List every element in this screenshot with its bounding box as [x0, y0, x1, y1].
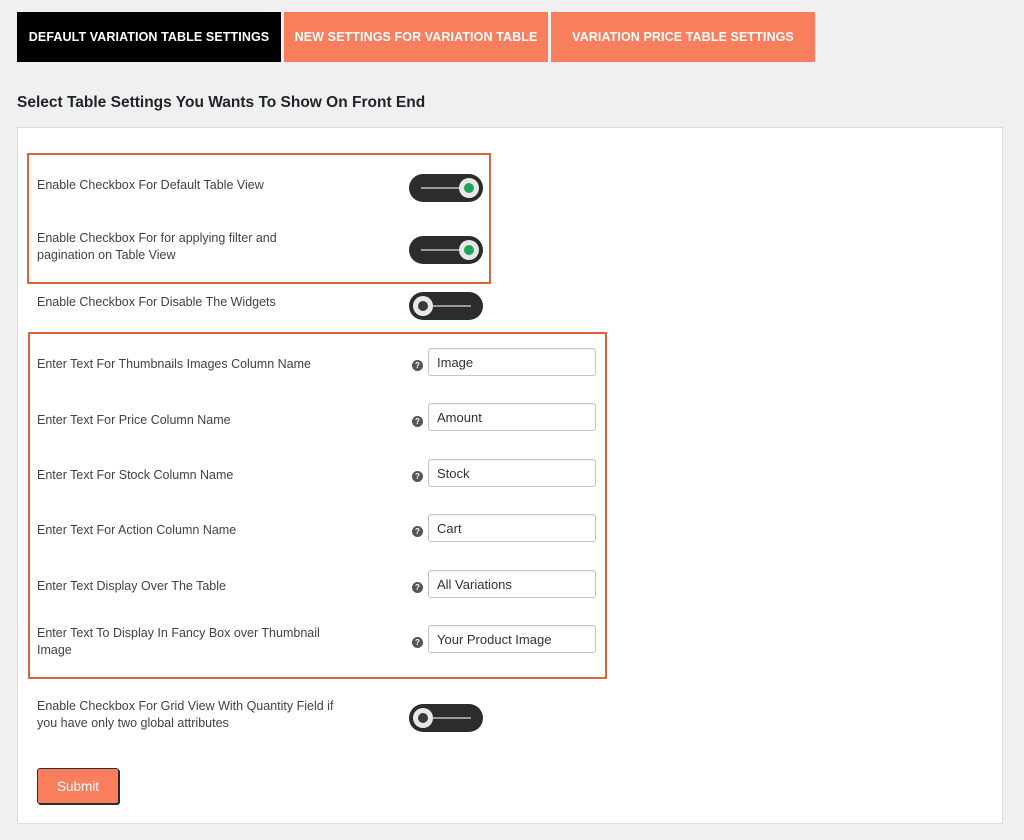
- stock-column-input[interactable]: [428, 459, 596, 487]
- toggle-label-disable-widgets: Enable Checkbox For Disable The Widgets: [37, 295, 276, 309]
- toggle-disable-widgets[interactable]: [409, 292, 483, 320]
- tab-new-settings-for-variation-table[interactable]: NEW SETTINGS FOR VARIATION TABLE: [284, 12, 548, 62]
- fancy-box-text-input[interactable]: [428, 625, 596, 653]
- highlight-box-toggles: [27, 153, 491, 284]
- toggle-grid-view[interactable]: [409, 704, 483, 732]
- field-label-action-column: Enter Text For Action Column Name: [37, 523, 237, 537]
- toggle-default-table-view[interactable]: [409, 174, 483, 202]
- question-circle-icon[interactable]: ?: [412, 416, 423, 427]
- field-label-stock-column: Enter Text For Stock Column Name: [37, 468, 234, 482]
- question-circle-icon[interactable]: ?: [412, 360, 423, 371]
- toggle-knob: [459, 178, 479, 198]
- tab-variation-price-table-settings[interactable]: VARIATION PRICE TABLE SETTINGS: [551, 12, 815, 62]
- field-label-price-column: Enter Text For Price Column Name: [37, 413, 231, 427]
- question-circle-icon[interactable]: ?: [412, 637, 423, 648]
- toggle-knob: [459, 240, 479, 260]
- question-circle-icon[interactable]: ?: [412, 582, 423, 593]
- tab-default-variation-table-settings[interactable]: DEFAULT VARIATION TABLE SETTINGS: [17, 12, 281, 62]
- toggle-label-default-table-view: Enable Checkbox For Default Table View: [37, 178, 264, 192]
- section-title: Select Table Settings You Wants To Show …: [17, 94, 426, 111]
- field-label-text-over-table: Enter Text Display Over The Table: [37, 579, 226, 593]
- toggle-label-grid-view: Enable Checkbox For Grid View With Quant…: [37, 699, 334, 730]
- submit-button[interactable]: Submit: [37, 768, 119, 804]
- toggle-label-filter-pagination: Enable Checkbox For for applying filter …: [37, 231, 277, 262]
- toggle-knob: [413, 296, 433, 316]
- action-column-input[interactable]: [428, 514, 596, 542]
- toggle-knob: [413, 708, 433, 728]
- thumbnails-column-input[interactable]: [428, 348, 596, 376]
- question-circle-icon[interactable]: ?: [412, 526, 423, 537]
- question-circle-icon[interactable]: ?: [412, 471, 423, 482]
- text-over-table-input[interactable]: [428, 570, 596, 598]
- price-column-input[interactable]: [428, 403, 596, 431]
- field-label-thumbnails-column: Enter Text For Thumbnails Images Column …: [37, 357, 311, 371]
- field-label-fancy-box-text: Enter Text To Display In Fancy Box over …: [37, 626, 320, 657]
- toggle-filter-pagination[interactable]: [409, 236, 483, 264]
- settings-tabs: DEFAULT VARIATION TABLE SETTINGS NEW SET…: [17, 12, 815, 62]
